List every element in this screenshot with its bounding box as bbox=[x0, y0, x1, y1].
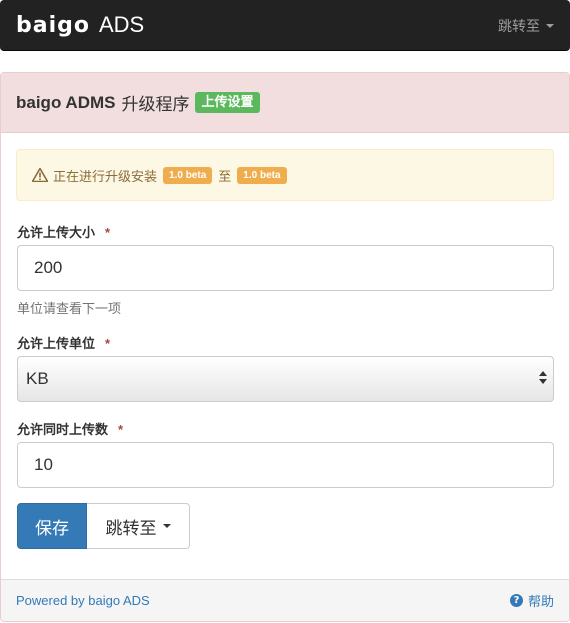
caret-down-icon bbox=[162, 524, 171, 528]
help-label: 帮助 bbox=[527, 594, 554, 609]
question-circle-icon: ? bbox=[509, 594, 523, 607]
upload-unit-value: KB bbox=[26, 369, 49, 388]
step-badge: 上传设置 bbox=[195, 92, 260, 113]
to-version-badge: 1.0 beta bbox=[237, 166, 287, 184]
top-navbar: baigo ADS 跳转至 bbox=[0, 0, 570, 51]
required-marker: * bbox=[105, 225, 111, 240]
select-arrows-icon bbox=[539, 371, 547, 384]
jump-dropdown-button[interactable]: 跳转至 bbox=[87, 503, 190, 549]
upload-size-value: 200 bbox=[34, 258, 63, 277]
alert-text: 正在进行升级安装 bbox=[53, 168, 158, 184]
required-marker: * bbox=[105, 336, 111, 351]
nav-jump-dropdown[interactable]: 跳转至 bbox=[498, 16, 554, 36]
from-version-badge: 1.0 beta bbox=[163, 166, 213, 184]
brand-logo: baigo bbox=[16, 12, 90, 38]
warning-icon bbox=[32, 168, 48, 182]
required-marker: * bbox=[118, 422, 124, 437]
action-button-group: 保存 跳转至 bbox=[17, 503, 190, 549]
page-title-suffix: 升级程序 bbox=[121, 95, 190, 114]
upload-count-input[interactable]: 10 bbox=[17, 442, 554, 488]
help-link[interactable]: ? 帮助 bbox=[509, 591, 554, 610]
brand-suffix: ADS bbox=[99, 12, 145, 37]
upgrade-panel: baigo ADMS 升级程序 上传设置 正在进行升级安装 1.0 beta 至… bbox=[0, 72, 570, 622]
upload-size-label-text: 允许上传大小 bbox=[17, 225, 96, 240]
nav-jump-label: 跳转至 bbox=[498, 18, 540, 34]
upload-unit-label: 允许上传单位 * bbox=[17, 333, 110, 352]
upload-count-label: 允许同时上传数 * bbox=[17, 419, 123, 438]
upload-size-label: 允许上传大小 * bbox=[17, 222, 110, 241]
caret-down-icon bbox=[546, 24, 554, 28]
page-title: baigo ADMS bbox=[16, 92, 116, 112]
upload-size-help: 单位请查看下一项 bbox=[17, 301, 122, 316]
upload-count-label-text: 允许同时上传数 bbox=[17, 422, 109, 437]
brand[interactable]: baigo ADS bbox=[16, 11, 144, 39]
upload-count-value: 10 bbox=[34, 455, 53, 474]
save-button[interactable]: 保存 bbox=[17, 503, 87, 549]
panel-heading: baigo ADMS 升级程序 上传设置 bbox=[1, 73, 569, 133]
jump-button-label: 跳转至 bbox=[105, 518, 157, 538]
alert-connector: 至 bbox=[218, 168, 232, 184]
powered-by-link[interactable]: Powered by baigo ADS bbox=[16, 593, 150, 608]
upload-unit-select[interactable]: KB bbox=[17, 356, 554, 402]
upload-unit-label-text: 允许上传单位 bbox=[17, 336, 96, 351]
upgrade-alert: 正在进行升级安装 1.0 beta 至 1.0 beta bbox=[16, 149, 554, 201]
upload-size-input[interactable]: 200 bbox=[17, 245, 554, 291]
panel-footer: Powered by baigo ADS ? 帮助 bbox=[1, 579, 569, 621]
